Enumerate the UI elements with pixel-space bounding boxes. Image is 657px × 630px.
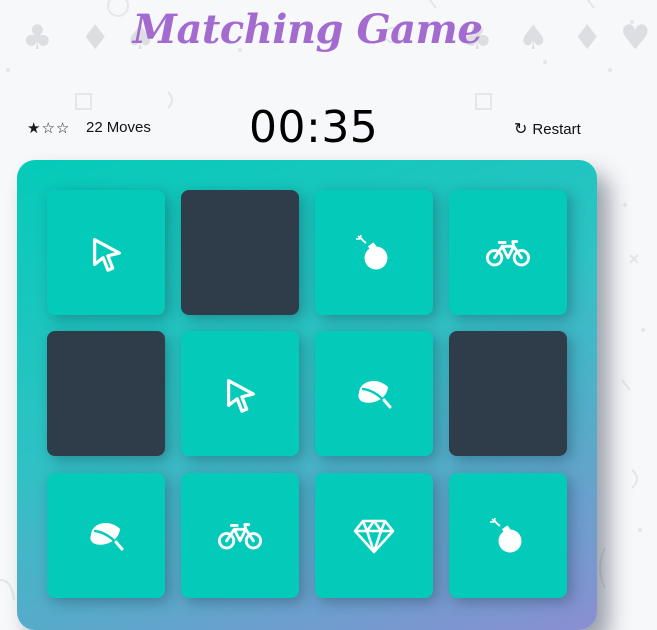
moves-count: 22 [86, 119, 103, 136]
star-empty-icon: ☆ [41, 119, 56, 137]
timer: 00:35 [249, 102, 379, 153]
leaf-icon [354, 376, 394, 412]
restart-label: Restart [532, 121, 581, 138]
card-open[interactable] [181, 473, 299, 598]
card-open[interactable] [315, 190, 433, 315]
card-open[interactable] [449, 473, 567, 598]
card-closed[interactable] [181, 190, 299, 315]
star-rating: ★☆☆ [27, 119, 70, 137]
moves-label: Moves [106, 119, 151, 136]
card-closed[interactable] [47, 331, 165, 456]
score-panel: ★☆☆ 22 Moves 00:35 ↻ Restart [0, 100, 657, 156]
bicycle-icon [217, 520, 263, 552]
bicycle-icon [485, 237, 531, 269]
bomb-icon [354, 233, 394, 273]
card-open[interactable] [315, 331, 433, 456]
bomb-icon [488, 516, 528, 556]
card-open[interactable] [47, 190, 165, 315]
restart-button[interactable]: ↻ Restart [514, 119, 581, 138]
diamond-icon [353, 518, 395, 554]
redo-icon: ↻ [514, 119, 528, 138]
game-title: Matching Game [132, 6, 483, 53]
mouse-pointer-icon [221, 375, 259, 413]
card-closed[interactable] [449, 331, 567, 456]
heart-icon: ♥ [620, 18, 651, 58]
card-deck [17, 160, 597, 630]
card-open[interactable] [449, 190, 567, 315]
card-open[interactable] [47, 473, 165, 598]
star-filled-icon: ★ [27, 119, 42, 137]
moves-counter: 22 Moves [86, 119, 151, 136]
card-open[interactable] [315, 473, 433, 598]
star-empty-icon: ☆ [55, 119, 71, 137]
mouse-pointer-icon [87, 234, 125, 272]
card-open[interactable] [181, 331, 299, 456]
leaf-icon [86, 518, 126, 554]
